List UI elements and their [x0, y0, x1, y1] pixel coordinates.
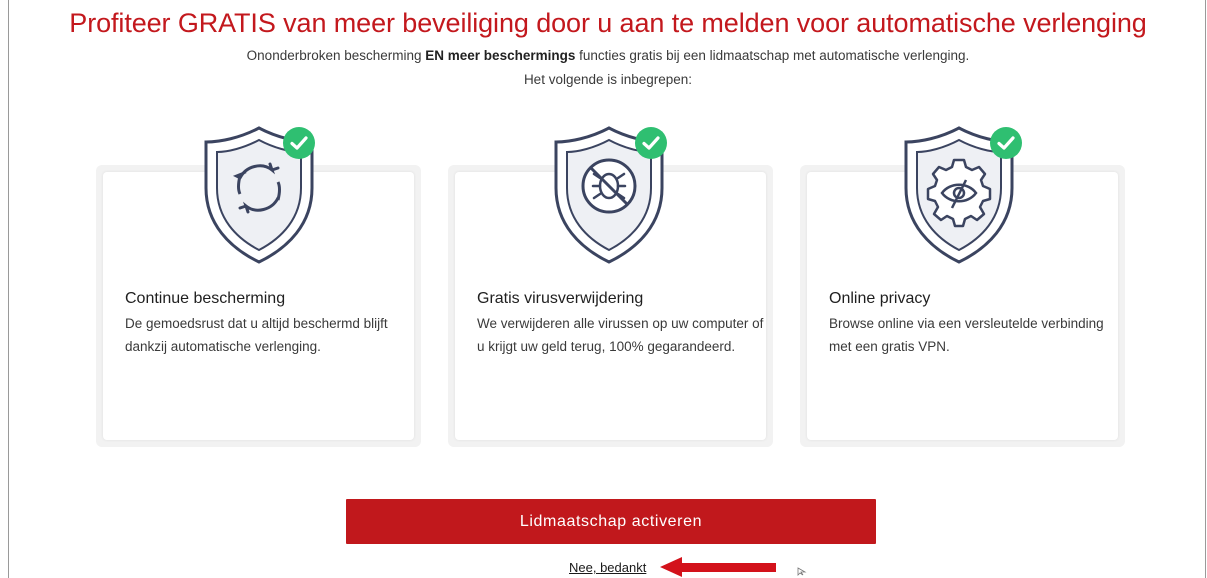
arrow-left-icon [660, 557, 776, 577]
feature-title: Continue bescherming [125, 290, 286, 307]
feature-text: We verwijderen alle virussen op uw compu… [477, 316, 764, 354]
check-icon [990, 127, 1022, 159]
subtitle-pre: Ononderbroken bescherming [246, 48, 426, 63]
check-icon [283, 127, 315, 159]
subtitle-post: functies gratis bij een lidmaatschap met… [575, 48, 970, 63]
subtitle-bold: EN meer beschermings [425, 48, 576, 63]
decline-link[interactable]: Nee, bedankt [569, 560, 646, 575]
feature-title: Gratis virusverwijdering [477, 290, 644, 307]
subtitle: Ononderbroken bescherming EN meer besche… [0, 48, 1207, 63]
page-title: Profiteer GRATIS van meer beveiliging do… [69, 8, 1147, 38]
activate-membership-button[interactable]: Lidmaatschap activeren [346, 499, 876, 544]
feature-title: Online privacy [829, 290, 931, 307]
mouse-pointer-icon [797, 567, 807, 576]
feature-text: De gemoedsrust dat u altijd beschermd bl… [125, 316, 388, 354]
feature-text: Browse online via een versleutelde verbi… [829, 316, 1104, 354]
included-label: Het volgende is inbegrepen: [523, 72, 693, 87]
check-icon [635, 127, 667, 159]
